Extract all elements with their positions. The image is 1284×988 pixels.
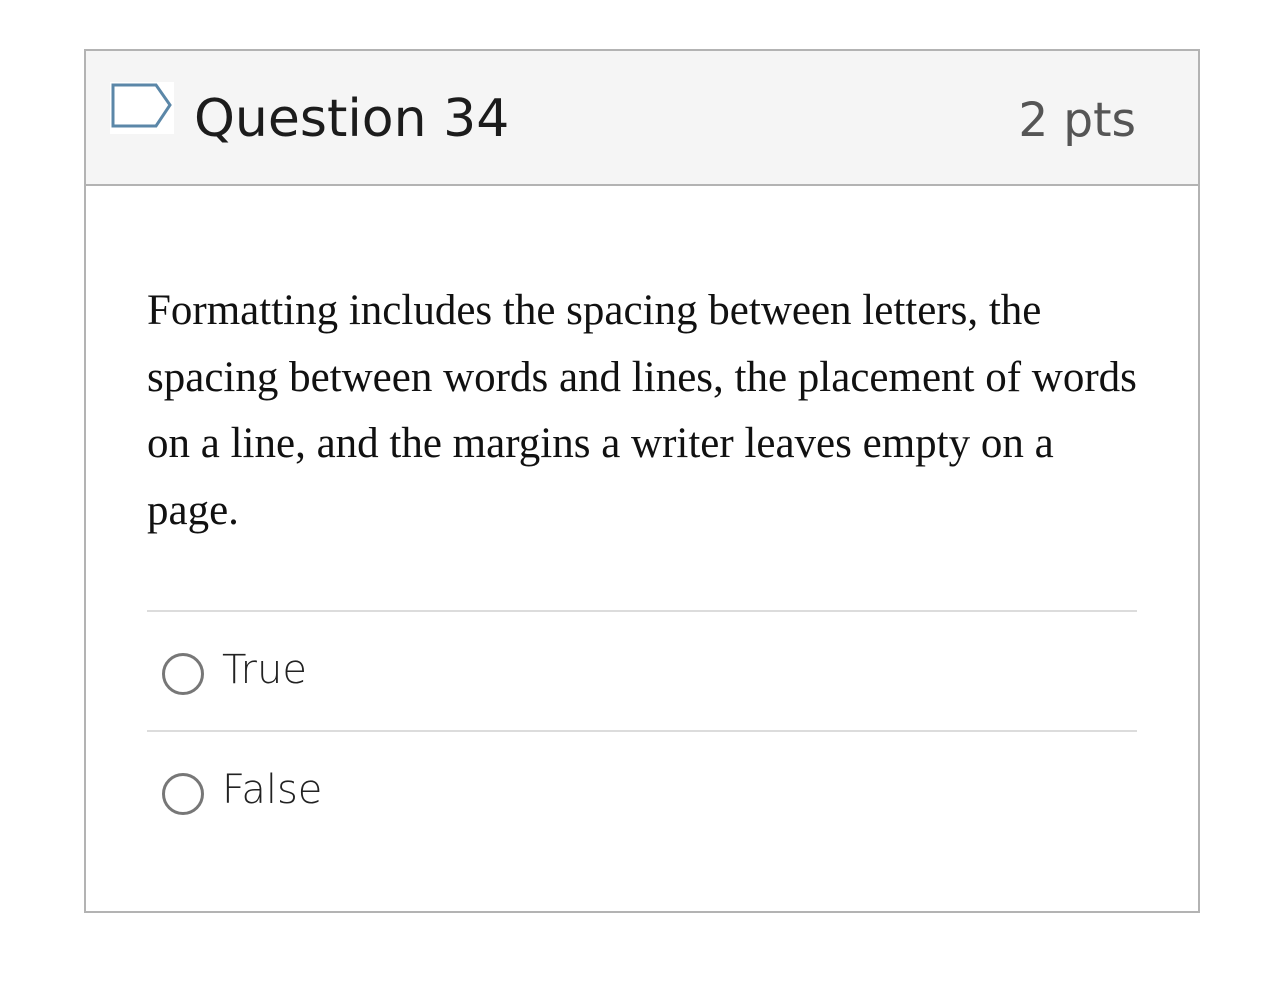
flag-outline-icon[interactable] [110, 82, 174, 134]
answer-option-true[interactable]: True [147, 612, 1137, 730]
question-title: Question 34 [194, 89, 510, 149]
radio-button-true[interactable] [162, 653, 204, 695]
question-text: Formatting includes the spacing between … [147, 287, 1137, 534]
answer-label-false[interactable]: False [222, 765, 322, 815]
answer-label-true[interactable]: True [222, 645, 307, 695]
radio-button-false[interactable] [162, 773, 204, 815]
answer-option-false[interactable]: False [147, 732, 1137, 850]
question-card: Question 34 2 pts Formatting includes th… [84, 49, 1200, 913]
question-header: Question 34 2 pts [86, 51, 1198, 186]
question-points: 2 pts [1018, 93, 1136, 148]
